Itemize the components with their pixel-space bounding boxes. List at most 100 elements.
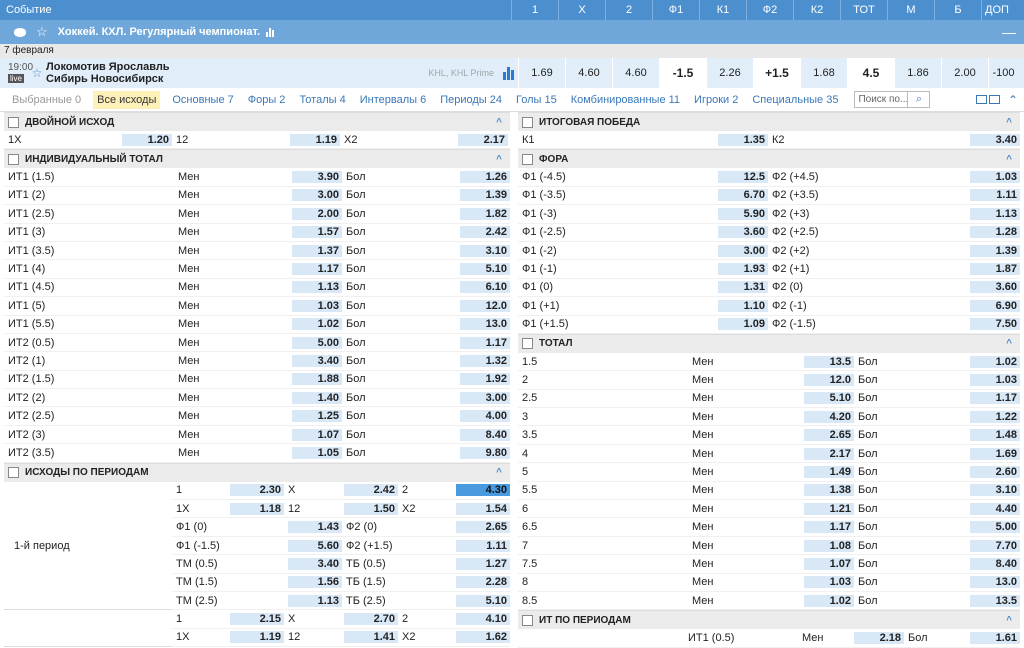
odds-cell[interactable]: 12.5 xyxy=(718,171,768,184)
odds-cell[interactable]: 2.70 xyxy=(344,613,398,626)
odds-cell[interactable]: 1.11 xyxy=(456,539,510,552)
odds-cell[interactable]: 1.68 xyxy=(800,58,847,88)
market-tab[interactable]: Комбинированные 11 xyxy=(569,91,682,109)
odds-cell[interactable]: 1.86 xyxy=(894,58,941,88)
odds-cell[interactable]: 1.87 xyxy=(970,263,1020,276)
section-checkbox[interactable] xyxy=(522,614,533,626)
odds-cell[interactable]: 1.50 xyxy=(344,502,398,515)
odds-cell[interactable]: 1.10 xyxy=(718,299,768,312)
odds-cell[interactable]: 1.03 xyxy=(292,299,342,312)
odds-cell[interactable]: 1.11 xyxy=(970,189,1020,202)
collapse-icon[interactable]: — xyxy=(1002,24,1016,40)
odds-cell[interactable]: 1.32 xyxy=(460,354,510,367)
odds-cell[interactable]: 2.65 xyxy=(456,521,510,534)
odds-cell[interactable]: 1.43 xyxy=(288,521,342,534)
search-input[interactable]: Поиск по... xyxy=(854,91,909,108)
odds-cell[interactable]: 3.00 xyxy=(718,244,768,257)
section-header[interactable]: ДВОЙНОЙ ИСХОД ^ xyxy=(4,112,510,131)
odds-cell[interactable]: 12.0 xyxy=(804,373,854,386)
chevron-up-icon[interactable]: ^ xyxy=(1006,117,1012,128)
odds-cell[interactable]: 1.82 xyxy=(460,207,510,220)
odds-cell[interactable]: 6.10 xyxy=(460,281,510,294)
odds-cell[interactable]: 1.41 xyxy=(344,631,398,644)
odds-cell[interactable]: 1.39 xyxy=(970,244,1020,257)
odds-cell[interactable]: 7.50 xyxy=(970,318,1020,331)
odds-cell[interactable]: 6.90 xyxy=(970,299,1020,312)
odds-cell[interactable]: 1.28 xyxy=(970,226,1020,239)
odds-cell[interactable]: 2.26 xyxy=(706,58,753,88)
odds-cell[interactable]: 5.10 xyxy=(460,263,510,276)
market-tab[interactable]: Специальные 35 xyxy=(750,91,840,109)
market-tab[interactable]: Выбранные 0 xyxy=(10,91,83,109)
odds-cell[interactable]: 1.09 xyxy=(718,318,768,331)
market-tab[interactable]: Основные 7 xyxy=(170,91,235,109)
odds-cell[interactable]: 1.88 xyxy=(292,373,342,386)
odds-cell[interactable]: 1.19 xyxy=(230,631,284,644)
odds-cell[interactable]: -100 xyxy=(988,58,1018,88)
odds-cell[interactable]: 2.60 xyxy=(970,465,1020,478)
chevron-up-icon[interactable]: ^ xyxy=(496,154,502,165)
odds-cell[interactable]: 13.0 xyxy=(970,576,1020,589)
section-header[interactable]: ТОТАЛ ^ xyxy=(518,333,1020,353)
chevron-up-icon[interactable]: ^ xyxy=(1006,615,1012,626)
odds-cell[interactable]: 2.17 xyxy=(458,133,508,146)
odds-cell[interactable]: 1.35 xyxy=(718,133,768,146)
odds-cell[interactable]: 1.20 xyxy=(122,133,172,146)
odds-cell[interactable]: 13.0 xyxy=(460,318,510,331)
odds-cell[interactable]: 1.19 xyxy=(290,133,340,146)
section-checkbox[interactable] xyxy=(8,467,19,479)
odds-cell[interactable]: 2.18 xyxy=(854,632,904,645)
section-checkbox[interactable] xyxy=(522,338,533,350)
odds-cell[interactable]: 1.18 xyxy=(230,502,284,515)
section-header[interactable]: ФОРА ^ xyxy=(518,149,1020,169)
odds-cell[interactable]: 1.03 xyxy=(970,373,1020,386)
odds-cell[interactable]: 7.70 xyxy=(970,539,1020,552)
market-tab[interactable]: Интервалы 6 xyxy=(358,91,428,109)
odds-cell[interactable]: 1.37 xyxy=(292,244,342,257)
odds-cell[interactable]: 1.61 xyxy=(970,632,1020,645)
chevron-up-icon[interactable]: ^ xyxy=(496,117,502,128)
odds-cell[interactable]: 1.03 xyxy=(804,576,854,589)
odds-cell[interactable]: 1.07 xyxy=(804,557,854,570)
odds-cell[interactable]: 6.70 xyxy=(718,189,768,202)
section-checkbox[interactable] xyxy=(522,153,533,165)
market-tab[interactable]: Голы 15 xyxy=(514,91,559,109)
odds-cell[interactable]: 3.60 xyxy=(718,226,768,239)
odds-cell[interactable]: 1.17 xyxy=(460,336,510,349)
odds-cell[interactable]: 1.21 xyxy=(804,502,854,515)
odds-cell[interactable]: 13.5 xyxy=(804,355,854,368)
odds-cell[interactable]: 4.60 xyxy=(612,58,659,88)
odds-cell[interactable]: 4.00 xyxy=(460,410,510,423)
odds-cell[interactable]: 1.13 xyxy=(288,594,342,607)
odds-cell[interactable]: 1.39 xyxy=(460,189,510,202)
odds-cell[interactable]: 1.48 xyxy=(970,429,1020,442)
odds-cell[interactable]: 2.28 xyxy=(456,576,510,589)
odds-cell[interactable]: 5.00 xyxy=(970,521,1020,534)
odds-cell[interactable]: 1.02 xyxy=(804,594,854,607)
odds-cell[interactable]: 2.15 xyxy=(230,613,284,626)
stats-icon[interactable] xyxy=(266,27,275,37)
chevron-up-icon[interactable]: ^ xyxy=(1006,338,1012,349)
odds-cell[interactable]: 1.93 xyxy=(718,263,768,276)
odds-cell[interactable]: 1.54 xyxy=(456,502,510,515)
odds-cell[interactable]: 9.80 xyxy=(460,446,510,459)
odds-cell[interactable]: 3.10 xyxy=(970,484,1020,497)
one-column-view-icon[interactable] xyxy=(988,95,1000,104)
odds-cell[interactable]: 2.42 xyxy=(344,484,398,497)
section-header[interactable]: ИНДИВИДУАЛЬНЫЙ ТОТАЛ ^ xyxy=(4,149,510,169)
odds-cell[interactable]: 3.10 xyxy=(460,244,510,257)
odds-cell[interactable]: 8.40 xyxy=(460,428,510,441)
odds-cell[interactable]: 3.40 xyxy=(288,557,342,570)
odds-cell[interactable]: 2.00 xyxy=(292,207,342,220)
odds-cell[interactable]: 4.60 xyxy=(565,58,612,88)
odds-cell[interactable]: 1.31 xyxy=(718,281,768,294)
odds-cell[interactable]: 4.10 xyxy=(456,613,510,626)
odds-cell[interactable]: 13.5 xyxy=(970,594,1020,607)
section-header[interactable]: ИТОГОВАЯ ПОБЕДА ^ xyxy=(518,112,1020,131)
odds-cell[interactable]: 3.00 xyxy=(292,189,342,202)
odds-cell[interactable]: 1.25 xyxy=(292,410,342,423)
odds-cell[interactable]: 2.17 xyxy=(804,447,854,460)
odds-cell[interactable]: 3.40 xyxy=(970,133,1020,146)
odds-cell[interactable]: 3.00 xyxy=(460,391,510,404)
favorite-star-icon[interactable]: ☆ xyxy=(30,66,44,80)
